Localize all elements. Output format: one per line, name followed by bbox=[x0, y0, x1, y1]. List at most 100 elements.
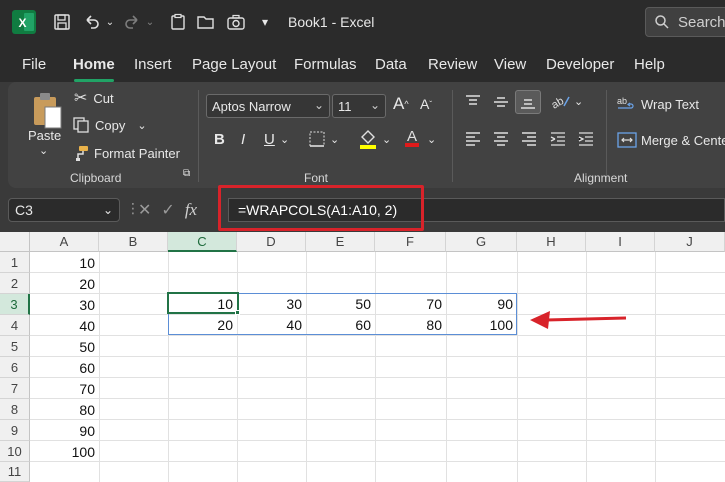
column-header-j[interactable]: J bbox=[655, 232, 725, 252]
cell-e3[interactable]: 50 bbox=[306, 293, 375, 314]
cell-a4[interactable]: 40 bbox=[30, 315, 99, 336]
cell-e4[interactable]: 60 bbox=[306, 314, 375, 335]
column-header-i[interactable]: I bbox=[586, 232, 655, 252]
format-painter-button[interactable]: Format Painter bbox=[72, 144, 180, 162]
font-color-chevron-icon[interactable]: ⌄ bbox=[427, 133, 436, 146]
merge-center-button[interactable]: Merge & Center bbox=[617, 131, 725, 149]
cell-g3[interactable]: 90 bbox=[446, 293, 517, 314]
cut-button[interactable]: ✂ Cut bbox=[74, 88, 114, 108]
folder-open-icon[interactable] bbox=[194, 9, 218, 35]
cell-a1[interactable]: 10 bbox=[30, 252, 99, 273]
row-header-2[interactable]: 2 bbox=[0, 273, 30, 294]
row-header-5[interactable]: 5 bbox=[0, 336, 30, 357]
cell-f4[interactable]: 80 bbox=[375, 314, 446, 335]
paste-button[interactable]: Paste bbox=[28, 128, 61, 143]
align-bottom-icon[interactable] bbox=[515, 90, 541, 114]
align-center-icon[interactable] bbox=[492, 130, 510, 146]
cell-a9[interactable]: 90 bbox=[30, 420, 99, 441]
cancel-formula-icon[interactable]: ✕ bbox=[138, 200, 151, 220]
fill-color-chevron-icon[interactable]: ⌄ bbox=[382, 133, 391, 146]
font-color-icon[interactable]: A bbox=[403, 126, 421, 148]
confirm-formula-icon[interactable]: ✓ bbox=[161, 200, 174, 220]
row-header-9[interactable]: 9 bbox=[0, 420, 30, 441]
camera-icon[interactable] bbox=[224, 9, 248, 35]
redo-icon[interactable] bbox=[120, 9, 144, 35]
borders-icon[interactable] bbox=[308, 130, 326, 148]
wrap-text-button[interactable]: ab Wrap Text bbox=[617, 95, 699, 113]
fill-handle[interactable] bbox=[235, 310, 240, 315]
tab-home[interactable]: Home bbox=[73, 56, 115, 73]
fill-color-icon[interactable] bbox=[358, 128, 378, 150]
tab-data[interactable]: Data bbox=[375, 56, 407, 73]
tab-insert[interactable]: Insert bbox=[134, 56, 172, 73]
cell-g4[interactable]: 100 bbox=[446, 314, 517, 335]
clipboard-launcher-icon[interactable]: ⧉ bbox=[183, 168, 190, 179]
column-header-e[interactable]: E bbox=[306, 232, 375, 252]
clipboard-icon[interactable] bbox=[166, 9, 190, 35]
paste-dropdown-chevron-icon[interactable]: ⌄ bbox=[39, 144, 48, 157]
row-header-7[interactable]: 7 bbox=[0, 378, 30, 399]
column-header-c[interactable]: C bbox=[168, 232, 237, 252]
cell-a10[interactable]: 100 bbox=[30, 441, 99, 462]
search-input[interactable]: Search bbox=[645, 7, 725, 37]
cell-a2[interactable]: 20 bbox=[30, 273, 99, 294]
worksheet-grid[interactable]: A B C D E F G H I J 1 2 3 4 5 6 7 8 9 10… bbox=[0, 232, 725, 482]
column-header-g[interactable]: G bbox=[446, 232, 517, 252]
column-header-f[interactable]: F bbox=[375, 232, 446, 252]
undo-dropdown-chevron-icon[interactable]: ⌄ bbox=[104, 9, 116, 35]
cell-d4[interactable]: 40 bbox=[237, 314, 306, 335]
save-icon[interactable] bbox=[50, 9, 74, 35]
row-header-11[interactable]: 11 bbox=[0, 462, 30, 482]
undo-icon[interactable] bbox=[80, 9, 104, 35]
tab-developer[interactable]: Developer bbox=[546, 56, 614, 73]
underline-button[interactable]: U bbox=[264, 131, 275, 148]
italic-button[interactable]: I bbox=[241, 131, 245, 148]
row-header-6[interactable]: 6 bbox=[0, 357, 30, 378]
orientation-icon[interactable]: ab bbox=[550, 92, 572, 110]
cell-c4[interactable]: 20 bbox=[168, 314, 237, 335]
align-middle-icon[interactable] bbox=[492, 94, 510, 110]
orientation-chevron-icon[interactable]: ⌄ bbox=[574, 95, 583, 108]
cell-a7[interactable]: 70 bbox=[30, 378, 99, 399]
insert-function-icon[interactable]: fx bbox=[185, 200, 197, 220]
cell-a3[interactable]: 30 bbox=[30, 294, 99, 315]
cell-a5[interactable]: 50 bbox=[30, 336, 99, 357]
tab-review[interactable]: Review bbox=[428, 56, 477, 73]
underline-chevron-icon[interactable]: ⌄ bbox=[280, 133, 289, 146]
column-header-d[interactable]: D bbox=[237, 232, 306, 252]
select-all-corner[interactable] bbox=[0, 232, 30, 252]
cell-f3[interactable]: 70 bbox=[375, 293, 446, 314]
column-header-a[interactable]: A bbox=[30, 232, 99, 252]
align-right-icon[interactable] bbox=[520, 130, 538, 146]
decrease-font-size-icon[interactable]: Aˇ bbox=[420, 96, 432, 112]
decrease-indent-icon[interactable] bbox=[549, 130, 567, 146]
font-size-select[interactable]: 11 ⌄ bbox=[332, 94, 386, 118]
name-box[interactable]: C3 ⌄ bbox=[8, 198, 120, 222]
increase-indent-icon[interactable] bbox=[577, 130, 595, 146]
tab-file[interactable]: File bbox=[22, 56, 46, 73]
column-header-b[interactable]: B bbox=[99, 232, 168, 252]
tab-view[interactable]: View bbox=[494, 56, 526, 73]
row-header-3[interactable]: 3 bbox=[0, 294, 30, 315]
customize-toolbar-chevron-icon[interactable]: ▾ bbox=[258, 9, 272, 35]
active-cell-selection[interactable] bbox=[167, 292, 239, 314]
borders-chevron-icon[interactable]: ⌄ bbox=[330, 133, 339, 146]
row-header-8[interactable]: 8 bbox=[0, 399, 30, 420]
align-top-icon[interactable] bbox=[464, 94, 482, 110]
tab-help[interactable]: Help bbox=[634, 56, 665, 73]
copy-button[interactable]: Copy ⌄ bbox=[72, 116, 147, 134]
cell-a8[interactable]: 80 bbox=[30, 399, 99, 420]
tab-formulas[interactable]: Formulas bbox=[294, 56, 357, 73]
bold-button[interactable]: B bbox=[214, 131, 225, 148]
row-header-4[interactable]: 4 bbox=[0, 315, 30, 336]
column-header-h[interactable]: H bbox=[517, 232, 586, 252]
row-header-1[interactable]: 1 bbox=[0, 252, 30, 273]
copy-dropdown-chevron-icon[interactable]: ⌄ bbox=[137, 119, 146, 132]
font-name-select[interactable]: Aptos Narrow ⌄ bbox=[206, 94, 330, 118]
tab-page-layout[interactable]: Page Layout bbox=[192, 56, 276, 73]
cell-d3[interactable]: 30 bbox=[237, 293, 306, 314]
increase-font-size-icon[interactable]: A ^ bbox=[393, 94, 409, 114]
align-left-icon[interactable] bbox=[464, 130, 482, 146]
cell-a6[interactable]: 60 bbox=[30, 357, 99, 378]
row-header-10[interactable]: 10 bbox=[0, 441, 30, 462]
